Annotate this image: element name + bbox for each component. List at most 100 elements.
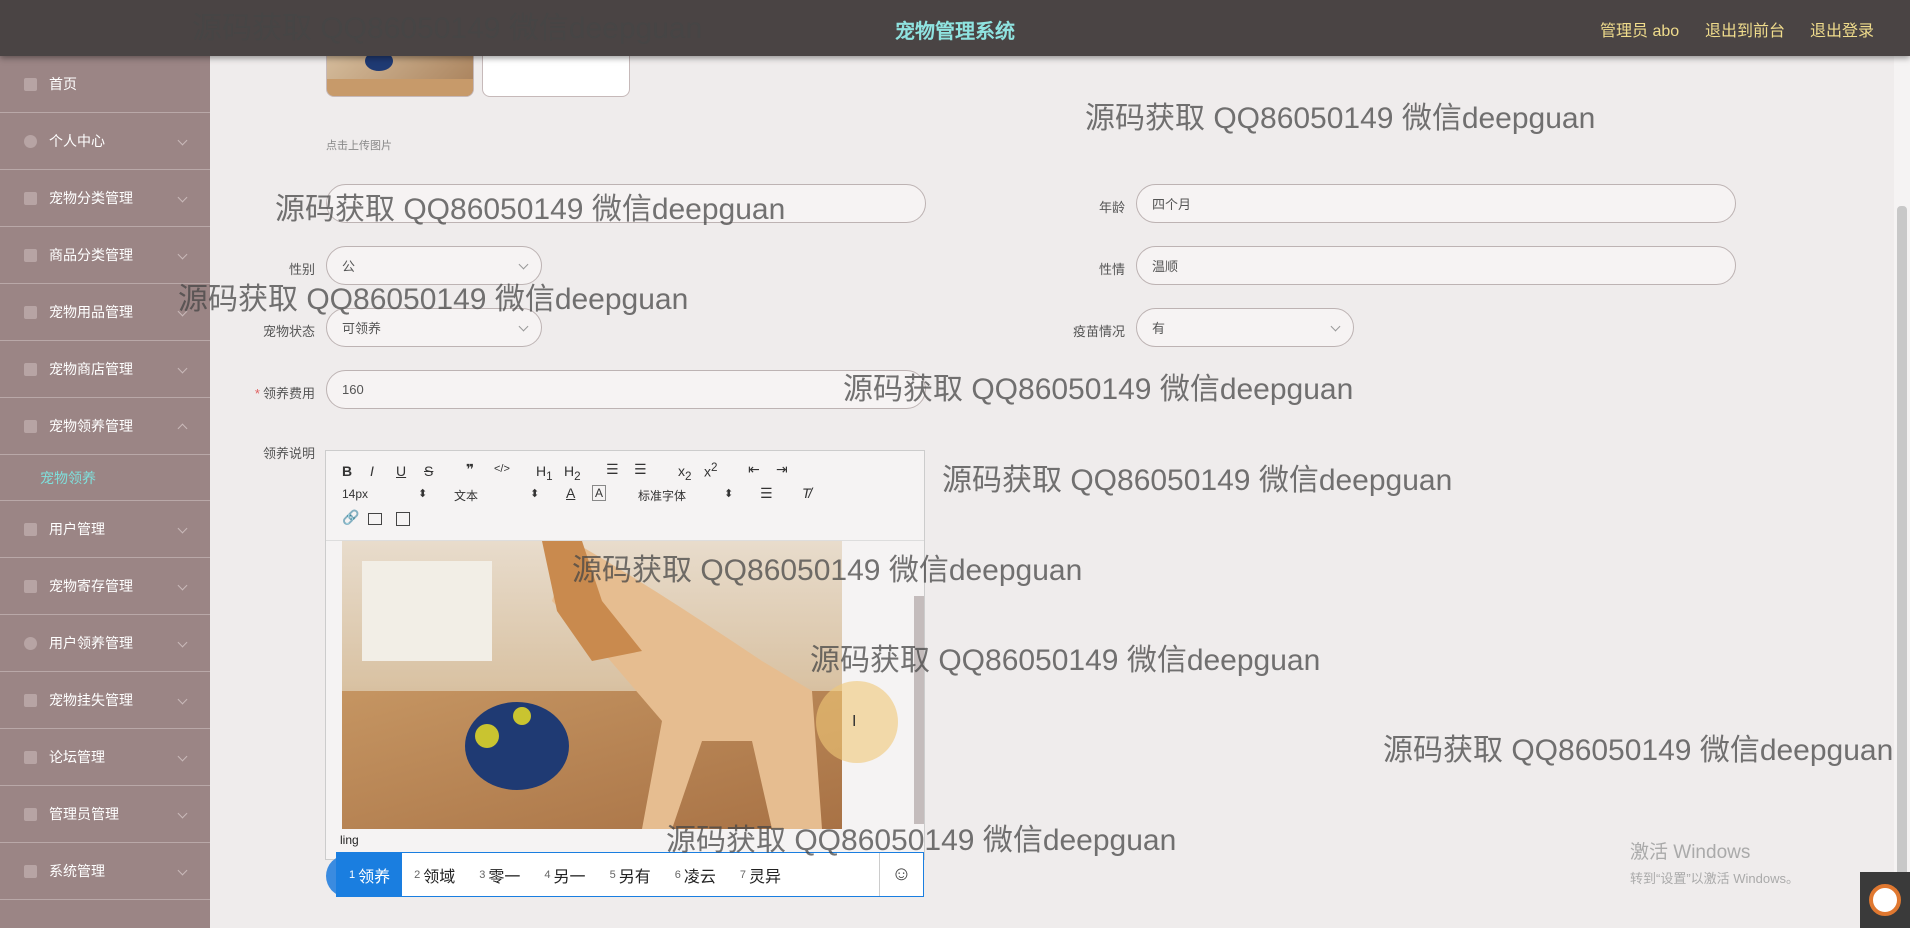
top-header: 宠物管理系统 管理员 abo 退出到前台 退出登录 <box>0 0 1910 56</box>
sidebar-item-users[interactable]: 用户管理 <box>0 501 210 558</box>
required-mark: * <box>254 386 260 401</box>
ime-candidate-number: 4 <box>544 868 551 881</box>
sidebar-item-label: 宠物用品管理 <box>49 304 133 320</box>
sidebar-item-lost-pets[interactable]: 宠物挂失管理 <box>0 672 210 729</box>
chat-icon <box>24 750 37 764</box>
strike-icon[interactable]: S <box>424 463 433 479</box>
admin-user-link[interactable]: 管理员 abo <box>1600 17 1679 41</box>
superscript-icon[interactable]: x2 <box>704 461 717 480</box>
chevron-down-icon <box>177 192 188 203</box>
sidebar-item-label: 宠物寄存管理 <box>49 578 133 594</box>
status-select[interactable]: 可领养 <box>326 308 542 347</box>
editor-dog-image[interactable] <box>342 541 842 829</box>
fee-input[interactable]: 160 <box>326 370 926 409</box>
sidebar-subitem-adoption[interactable]: 宠物领养 <box>0 455 210 501</box>
editor-scrollbar[interactable] <box>914 596 924 824</box>
ime-candidate-number: 5 <box>609 868 616 881</box>
front-page-link[interactable]: 退出到前台 <box>1705 17 1785 41</box>
sidebar-item-pet-category[interactable]: 宠物分类管理 <box>0 170 210 227</box>
age-input[interactable]: 四个月 <box>1136 184 1736 223</box>
underline-icon[interactable]: U <box>396 463 406 479</box>
sidebar-item-boarding[interactable]: 宠物寄存管理 <box>0 558 210 615</box>
ime-candidate-text: 零一 <box>488 868 521 886</box>
ime-candidate-7[interactable]: 7 灵异 <box>728 853 793 896</box>
activation-subtitle: 转到“设置”以激活 Windows。 <box>1630 871 1800 886</box>
sidebar-item-label: 管理员管理 <box>49 806 119 822</box>
chevron-down-icon <box>177 751 188 762</box>
code-icon[interactable]: </> <box>494 463 510 475</box>
indent-icon[interactable]: ⇥ <box>776 461 788 478</box>
sidebar-item-admins[interactable]: 管理员管理 <box>0 786 210 843</box>
gender-select[interactable]: 公 <box>326 246 542 285</box>
vaccine-select[interactable]: 有 <box>1136 308 1354 347</box>
chevron-updown-icon: ⬍ <box>724 488 734 500</box>
clear-format-icon[interactable]: T̸ <box>802 485 811 501</box>
fee-label: * 领养费用 <box>195 383 315 402</box>
chevron-down-icon <box>177 808 188 819</box>
page-scrollbar[interactable] <box>1894 56 1910 928</box>
pet-name-input[interactable] <box>326 184 926 223</box>
sidebar-item-label: 首页 <box>49 76 77 92</box>
ime-candidate-4[interactable]: 4 另一 <box>532 853 597 896</box>
rich-text-editor[interactable]: B I U S ❞ </> H1 H2 ☰ ☰ x2 x2 ⇤ ⇥ 14px ⬍… <box>325 450 925 860</box>
sidebar-item-forum[interactable]: 论坛管理 <box>0 729 210 786</box>
format-select[interactable]: 文本 <box>454 487 478 504</box>
ime-candidate-6[interactable]: 6 凌云 <box>663 853 728 896</box>
page-scrollbar-thumb[interactable] <box>1897 206 1907 896</box>
temper-input[interactable]: 温顺 <box>1136 246 1736 285</box>
age-label: 年龄 <box>1098 200 1125 215</box>
sidebar-item-label: 商品分类管理 <box>49 247 133 263</box>
sidebar-item-pet-store[interactable]: 宠物商店管理 <box>0 341 210 398</box>
align-icon[interactable]: ☰ <box>760 485 773 502</box>
chevron-down-icon <box>1330 321 1341 332</box>
ime-candidate-1[interactable]: 1 领养 <box>337 853 403 896</box>
link-icon[interactable]: 🔗 <box>342 509 359 526</box>
sidebar-item-user-adoption[interactable]: 用户领养管理 <box>0 615 210 672</box>
ime-candidate-number: 7 <box>739 868 746 881</box>
chevron-down-icon <box>177 580 188 591</box>
sidebar-item-pet-supplies[interactable]: 宠物用品管理 <box>0 284 210 341</box>
floating-app-icon[interactable] <box>1860 872 1910 928</box>
chevron-down-icon <box>177 523 188 534</box>
ime-candidate-text: 另有 <box>618 868 651 886</box>
heading1-icon[interactable]: H1 <box>536 463 553 483</box>
logout-link[interactable]: 退出登录 <box>1810 17 1874 41</box>
windows-activation-notice: 激活 Windows 转到“设置”以激活 Windows。 <box>1630 837 1799 887</box>
heading2-icon[interactable]: H2 <box>564 463 581 483</box>
sidebar-item-label: 论坛管理 <box>49 749 105 765</box>
background-color-icon[interactable]: A <box>592 485 607 501</box>
sidebar-item-label: 宠物商店管理 <box>49 361 133 377</box>
ime-candidate-number: 1 <box>349 868 356 881</box>
chevron-down-icon <box>518 321 529 332</box>
watermark-text: 源码获取 QQ86050149 微信deepguan <box>1383 734 1894 767</box>
status-label: 宠物状态 <box>262 324 315 339</box>
circle-icon <box>24 636 37 650</box>
video-icon[interactable] <box>396 512 410 526</box>
font-color-icon[interactable]: A <box>566 485 575 501</box>
ime-candidate-5[interactable]: 5 另有 <box>598 853 663 896</box>
sidebar-item-system[interactable]: 系统管理 <box>0 843 210 900</box>
sidebar-item-goods-category[interactable]: 商品分类管理 <box>0 227 210 284</box>
user-icon <box>24 134 37 148</box>
subscript-icon[interactable]: x2 <box>678 463 691 483</box>
font-size-select[interactable]: 14px <box>342 487 368 501</box>
sidebar-item-profile[interactable]: 个人中心 <box>0 113 210 170</box>
ordered-list-icon[interactable]: ☰ <box>606 461 619 478</box>
settings-icon <box>24 864 37 878</box>
ime-candidate-3[interactable]: 3 零一 <box>467 853 532 896</box>
ime-candidate-2[interactable]: 2 领域 <box>402 853 467 896</box>
font-family-select[interactable]: 标准字体 <box>638 487 686 504</box>
quote-icon[interactable]: ❞ <box>466 461 474 478</box>
gender-select-value: 公 <box>342 259 356 274</box>
image-icon[interactable] <box>368 513 382 525</box>
chevron-updown-icon: ⬍ <box>418 488 428 500</box>
emoji-icon[interactable]: ☺ <box>879 853 923 896</box>
sidebar-item-adoption[interactable]: 宠物领养管理 <box>0 398 210 455</box>
italic-icon[interactable]: I <box>370 463 374 479</box>
sidebar-item-home[interactable]: 首页 <box>0 56 210 113</box>
bold-icon[interactable]: B <box>342 463 352 479</box>
upload-hint: 点击上传图片 <box>326 140 392 152</box>
outdent-icon[interactable]: ⇤ <box>748 461 760 478</box>
ime-candidate-text: 领域 <box>423 868 456 886</box>
bullet-list-icon[interactable]: ☰ <box>634 461 647 478</box>
